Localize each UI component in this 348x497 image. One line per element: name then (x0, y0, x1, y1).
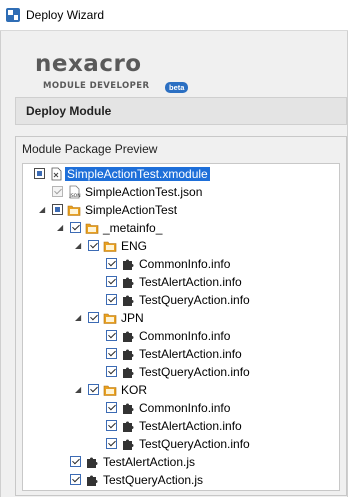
node-checkbox[interactable] (106, 294, 117, 305)
wizard-content: nexacro MODULE DEVELOPER beta Deploy Mod… (0, 31, 348, 497)
node-label: KOR (121, 383, 148, 397)
xmodule-file-icon (49, 167, 63, 181)
tree-node[interactable]: TestAlertAction.info (23, 274, 339, 292)
tree-node[interactable]: TestAlertAction.info (23, 346, 339, 364)
expand-toggle-icon[interactable]: ◢ (75, 386, 83, 394)
node-label: CommonInfo.info (139, 401, 231, 415)
node-checkbox[interactable] (106, 420, 117, 431)
beta-badge: beta (165, 82, 189, 93)
node-label: TestAlertAction.info (139, 347, 242, 361)
node-checkbox[interactable] (52, 204, 63, 215)
expand-toggle-icon[interactable]: ◢ (39, 206, 47, 214)
deploy-module-header: Deploy Module (15, 97, 347, 125)
title-bar: Deploy Wizard (0, 0, 348, 31)
puzzle-icon (121, 293, 135, 307)
node-label: CommonInfo.info (139, 329, 231, 343)
tree-node[interactable]: SimpleActionTest.xmodule (23, 166, 339, 184)
logo-subtitle: MODULE DEVELOPER (43, 81, 150, 91)
svg-text:JSON: JSON (69, 193, 81, 199)
node-label: TestAlertAction.info (139, 275, 242, 289)
node-checkbox[interactable] (88, 240, 99, 251)
app-icon (6, 8, 20, 22)
puzzle-icon (121, 437, 135, 451)
folder-icon (103, 311, 117, 325)
node-label: SimpleActionTest.xmodule (65, 167, 210, 181)
puzzle-icon (121, 257, 135, 271)
package-tree[interactable]: SimpleActionTest.xmodule JSON SimpleAction… (22, 163, 340, 491)
node-label: SimpleActionTest (85, 203, 178, 217)
node-label: ENG (121, 239, 148, 253)
node-checkbox[interactable] (70, 474, 81, 485)
puzzle-icon (121, 365, 135, 379)
node-checkbox[interactable] (34, 168, 45, 179)
tree-node[interactable]: TestQueryAction.info (23, 364, 339, 382)
node-label: _metainfo_ (103, 221, 163, 235)
window-title: Deploy Wizard (26, 8, 105, 22)
tree-node[interactable]: ◢ ENG (23, 238, 339, 256)
node-checkbox[interactable] (106, 276, 117, 287)
logo-wordmark: nexacro (35, 51, 142, 77)
folder-icon (103, 383, 117, 397)
folder-icon (67, 203, 81, 217)
tree-node[interactable]: CommonInfo.info (23, 400, 339, 418)
node-checkbox (52, 186, 63, 197)
node-label: TestQueryAction.info (139, 293, 250, 307)
node-label: CommonInfo.info (139, 257, 231, 271)
node-checkbox[interactable] (70, 456, 81, 467)
tree-node[interactable]: JSON SimpleActionTest.json (23, 184, 339, 202)
node-checkbox[interactable] (106, 438, 117, 449)
tree-node[interactable]: CommonInfo.info (23, 328, 339, 346)
folder-icon (103, 239, 117, 253)
node-checkbox[interactable] (106, 402, 117, 413)
puzzle-icon (121, 401, 135, 415)
tree-node[interactable]: TestQueryAction.js (23, 472, 339, 490)
puzzle-icon (121, 275, 135, 289)
tree-node[interactable]: TestQueryAction.info (23, 436, 339, 454)
node-checkbox[interactable] (70, 222, 81, 233)
folder-icon (85, 221, 99, 235)
tree-node[interactable]: TestAlertAction.js (23, 454, 339, 472)
tree-node[interactable]: TestAlertAction.info (23, 418, 339, 436)
puzzle-icon (121, 347, 135, 361)
node-label: TestAlertAction.info (139, 419, 242, 433)
node-checkbox[interactable] (106, 330, 117, 341)
node-label: TestQueryAction.info (139, 437, 250, 451)
tree-node[interactable]: ◢ _metainfo_ (23, 220, 339, 238)
expand-toggle-icon[interactable]: ◢ (75, 242, 83, 250)
node-checkbox[interactable] (88, 384, 99, 395)
node-checkbox[interactable] (106, 348, 117, 359)
puzzle-icon (85, 455, 99, 469)
node-label: JPN (121, 311, 144, 325)
tree-node[interactable]: ◢ KOR (23, 382, 339, 400)
node-label: TestAlertAction.js (103, 455, 196, 469)
tree-node[interactable]: ◢ JPN (23, 310, 339, 328)
tree-node[interactable]: TestQueryAction.info (23, 292, 339, 310)
node-checkbox[interactable] (106, 258, 117, 269)
puzzle-icon (121, 329, 135, 343)
deploy-module-title: Deploy Module (26, 104, 112, 118)
json-file-icon: JSON (67, 185, 81, 199)
expand-toggle-icon[interactable]: ◢ (57, 224, 65, 232)
tree-node[interactable]: CommonInfo.info (23, 256, 339, 274)
puzzle-icon (85, 473, 99, 487)
module-package-preview-title: Module Package Preview (22, 142, 158, 156)
node-checkbox[interactable] (106, 366, 117, 377)
node-label: TestQueryAction.js (103, 473, 204, 487)
puzzle-icon (121, 419, 135, 433)
nexacro-logo: nexacro MODULE DEVELOPER beta (35, 51, 205, 96)
tree-node[interactable]: ◢ SimpleActionTest (23, 202, 339, 220)
node-label: TestQueryAction.info (139, 365, 250, 379)
node-label: SimpleActionTest.json (85, 185, 203, 199)
node-checkbox[interactable] (88, 312, 99, 323)
expand-toggle-icon[interactable]: ◢ (75, 314, 83, 322)
module-package-preview-group: Module Package Preview SimpleActionTest.… (15, 136, 347, 496)
